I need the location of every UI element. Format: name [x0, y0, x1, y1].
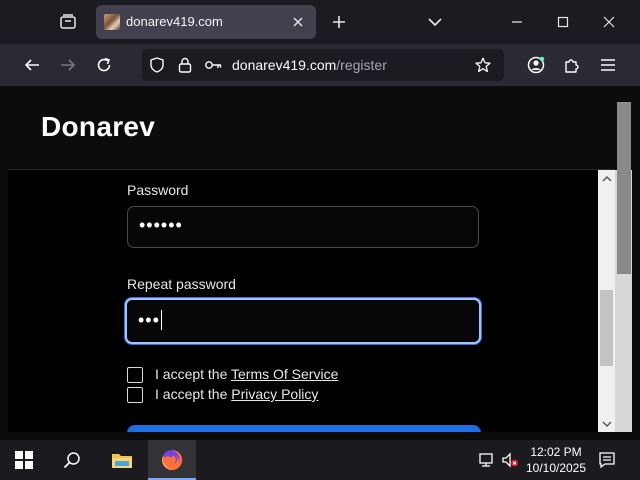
clock-date: 10/10/2025 — [525, 461, 587, 475]
close-icon — [603, 16, 615, 28]
permissions-key-icon[interactable] — [204, 56, 222, 74]
system-clock[interactable]: 12:02 PM 10/10/2025 — [522, 444, 590, 476]
reload-icon — [97, 57, 111, 72]
privacy-checkbox-label: I accept the Privacy Policy — [155, 386, 319, 402]
close-window-button[interactable] — [586, 0, 632, 44]
app-menu-button[interactable] — [596, 53, 620, 77]
tos-checkbox[interactable] — [127, 367, 143, 383]
account-button[interactable] — [524, 53, 548, 77]
register-form: Password •••••• Repeat password ••• I ac… — [8, 170, 598, 432]
close-icon — [293, 17, 303, 27]
outer-scrollbar-thumb-top[interactable] — [617, 102, 631, 170]
outer-scrollbar-thumb[interactable] — [617, 170, 631, 274]
privacy-policy-link[interactable]: Privacy Policy — [231, 386, 318, 402]
outer-scroll-rail — [615, 170, 632, 432]
page-scrollbar[interactable] — [598, 170, 615, 432]
tab-title: donarev419.com — [126, 14, 223, 29]
scroll-down-button[interactable] — [598, 416, 615, 432]
list-all-tabs-button[interactable] — [424, 11, 446, 33]
password-label: Password — [127, 182, 189, 198]
notifications-icon[interactable] — [598, 451, 616, 469]
text-caret — [160, 310, 162, 330]
password-value: •••••• — [139, 215, 183, 235]
search-icon — [63, 452, 80, 469]
privacy-checkbox-row: I accept the Privacy Policy — [127, 386, 487, 404]
chevron-up-icon — [602, 175, 611, 181]
windows-taskbar: 12:02 PM 10/10/2025 — [0, 440, 640, 480]
arrow-right-icon — [61, 59, 76, 71]
firefox-view-icon — [60, 14, 76, 29]
firefox-taskbar-button[interactable] — [148, 440, 196, 480]
hamburger-menu-icon — [601, 59, 615, 71]
folder-icon — [112, 454, 132, 468]
plus-icon — [333, 16, 345, 28]
tab-close-button[interactable] — [288, 12, 308, 32]
firefox-view-button[interactable] — [56, 10, 80, 34]
back-button[interactable] — [20, 53, 44, 77]
chevron-down-icon — [428, 18, 442, 27]
forward-button[interactable] — [56, 53, 80, 77]
register-submit-button[interactable] — [127, 425, 481, 432]
url-host: donarev419.com — [232, 57, 337, 73]
page-viewport: Donarev Password •••••• Repeat password … — [8, 86, 615, 432]
maximize-icon — [557, 16, 569, 28]
clock-time: 12:02 PM — [530, 445, 582, 459]
bookmark-star-button[interactable] — [474, 56, 492, 74]
site-favicon-icon — [104, 14, 120, 30]
puzzle-piece-icon — [565, 59, 579, 73]
minimize-button[interactable] — [494, 0, 540, 44]
tracking-protection-shield-icon[interactable] — [148, 56, 166, 74]
maximize-button[interactable] — [540, 0, 586, 44]
search-button[interactable] — [48, 440, 96, 480]
terms-of-service-link[interactable]: Terms Of Service — [231, 366, 338, 382]
password-input[interactable]: •••••• — [127, 206, 479, 248]
star-icon — [475, 57, 491, 73]
lock-icon[interactable] — [176, 56, 194, 74]
url-path: /register — [336, 57, 387, 73]
privacy-checkbox[interactable] — [127, 387, 143, 403]
address-bar[interactable]: donarev419.com/register — [142, 49, 504, 81]
repeat-password-value: ••• — [138, 310, 162, 330]
repeat-password-input[interactable]: ••• — [125, 298, 481, 344]
scroll-up-button[interactable] — [598, 170, 615, 186]
reload-button[interactable] — [92, 53, 116, 77]
new-tab-button[interactable] — [328, 11, 350, 33]
site-logo[interactable]: Donarev — [41, 111, 155, 143]
firefox-icon — [162, 449, 183, 470]
account-icon — [527, 56, 545, 74]
windows-logo-icon — [15, 451, 33, 469]
navigation-toolbar: donarev419.com/register — [0, 44, 640, 86]
active-tab[interactable]: donarev419.com — [96, 5, 316, 39]
tos-checkbox-label: I accept the Terms Of Service — [155, 366, 339, 382]
extensions-button[interactable] — [560, 53, 584, 77]
page-scrollbar-thumb[interactable] — [600, 290, 613, 366]
network-icon[interactable] — [478, 451, 496, 469]
site-header: Donarev — [8, 86, 615, 170]
speaker-muted-icon[interactable] — [501, 451, 519, 469]
url-text[interactable]: donarev419.com/register — [232, 57, 387, 73]
outer-scroll-rail-top — [615, 86, 632, 170]
start-button[interactable] — [0, 440, 48, 480]
arrow-left-icon — [24, 59, 39, 71]
file-explorer-button[interactable] — [98, 440, 146, 480]
repeat-password-label: Repeat password — [127, 276, 236, 292]
minimize-icon — [512, 21, 522, 23]
tos-checkbox-row: I accept the Terms Of Service — [127, 366, 487, 384]
chevron-down-icon — [602, 421, 611, 427]
tab-bar: donarev419.com — [0, 0, 640, 44]
